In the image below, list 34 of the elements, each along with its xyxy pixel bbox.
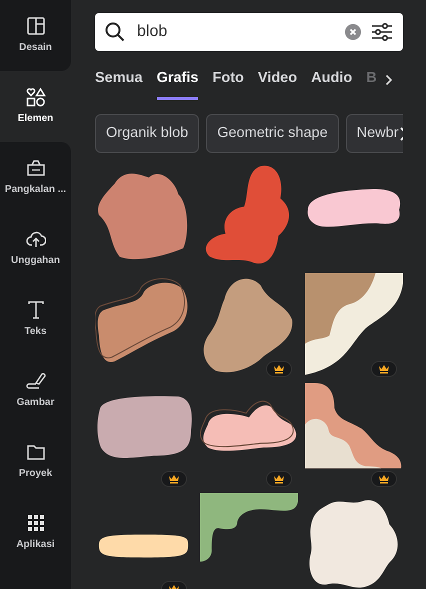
- search-bar[interactable]: blob: [95, 13, 403, 51]
- clear-icon[interactable]: [345, 24, 361, 40]
- blob-graphic[interactable]: [305, 273, 403, 377]
- sidebar-item[interactable]: Gambar: [0, 355, 71, 426]
- sidebar-item[interactable]: Desain: [0, 0, 71, 71]
- suggestion-chip[interactable]: Newbr: [346, 114, 403, 153]
- category-tab[interactable]: Foto: [212, 68, 244, 100]
- search-field[interactable]: blob: [135, 19, 335, 45]
- filter-icon[interactable]: [371, 22, 393, 42]
- category-tab[interactable]: Grafis: [156, 68, 198, 100]
- cloud-upload-icon: [26, 229, 46, 249]
- layout-icon: [26, 16, 46, 36]
- category-tab[interactable]: Video: [258, 68, 298, 100]
- crown-icon: [378, 474, 390, 484]
- search-icon: [105, 22, 125, 42]
- sidebar-item[interactable]: Unggahan: [0, 213, 71, 284]
- suggestion-chip[interactable]: Geometric shape: [206, 114, 339, 153]
- sidebar-item[interactable]: Proyek: [0, 426, 71, 497]
- shapes-icon: [26, 87, 46, 107]
- category-tab[interactable]: Semua: [95, 68, 143, 100]
- pencil-icon: [26, 371, 46, 391]
- crown-icon: [168, 474, 180, 484]
- sidebar-item[interactable]: Teks: [0, 284, 71, 355]
- chevron-right-icon[interactable]: [384, 74, 393, 86]
- crown-icon: [273, 474, 285, 484]
- sidebar-item[interactable]: Pangkalan ...: [0, 142, 71, 213]
- category-tab[interactable]: Audio: [311, 68, 352, 100]
- text-icon: [26, 300, 46, 320]
- suggestion-chip[interactable]: Organik blob: [95, 114, 200, 153]
- sidebar-item[interactable]: Aplikasi: [0, 497, 71, 568]
- apps-grid-icon: [26, 513, 46, 533]
- crown-icon: [378, 364, 390, 374]
- crown-icon: [273, 364, 285, 374]
- briefcase-icon: [26, 158, 46, 178]
